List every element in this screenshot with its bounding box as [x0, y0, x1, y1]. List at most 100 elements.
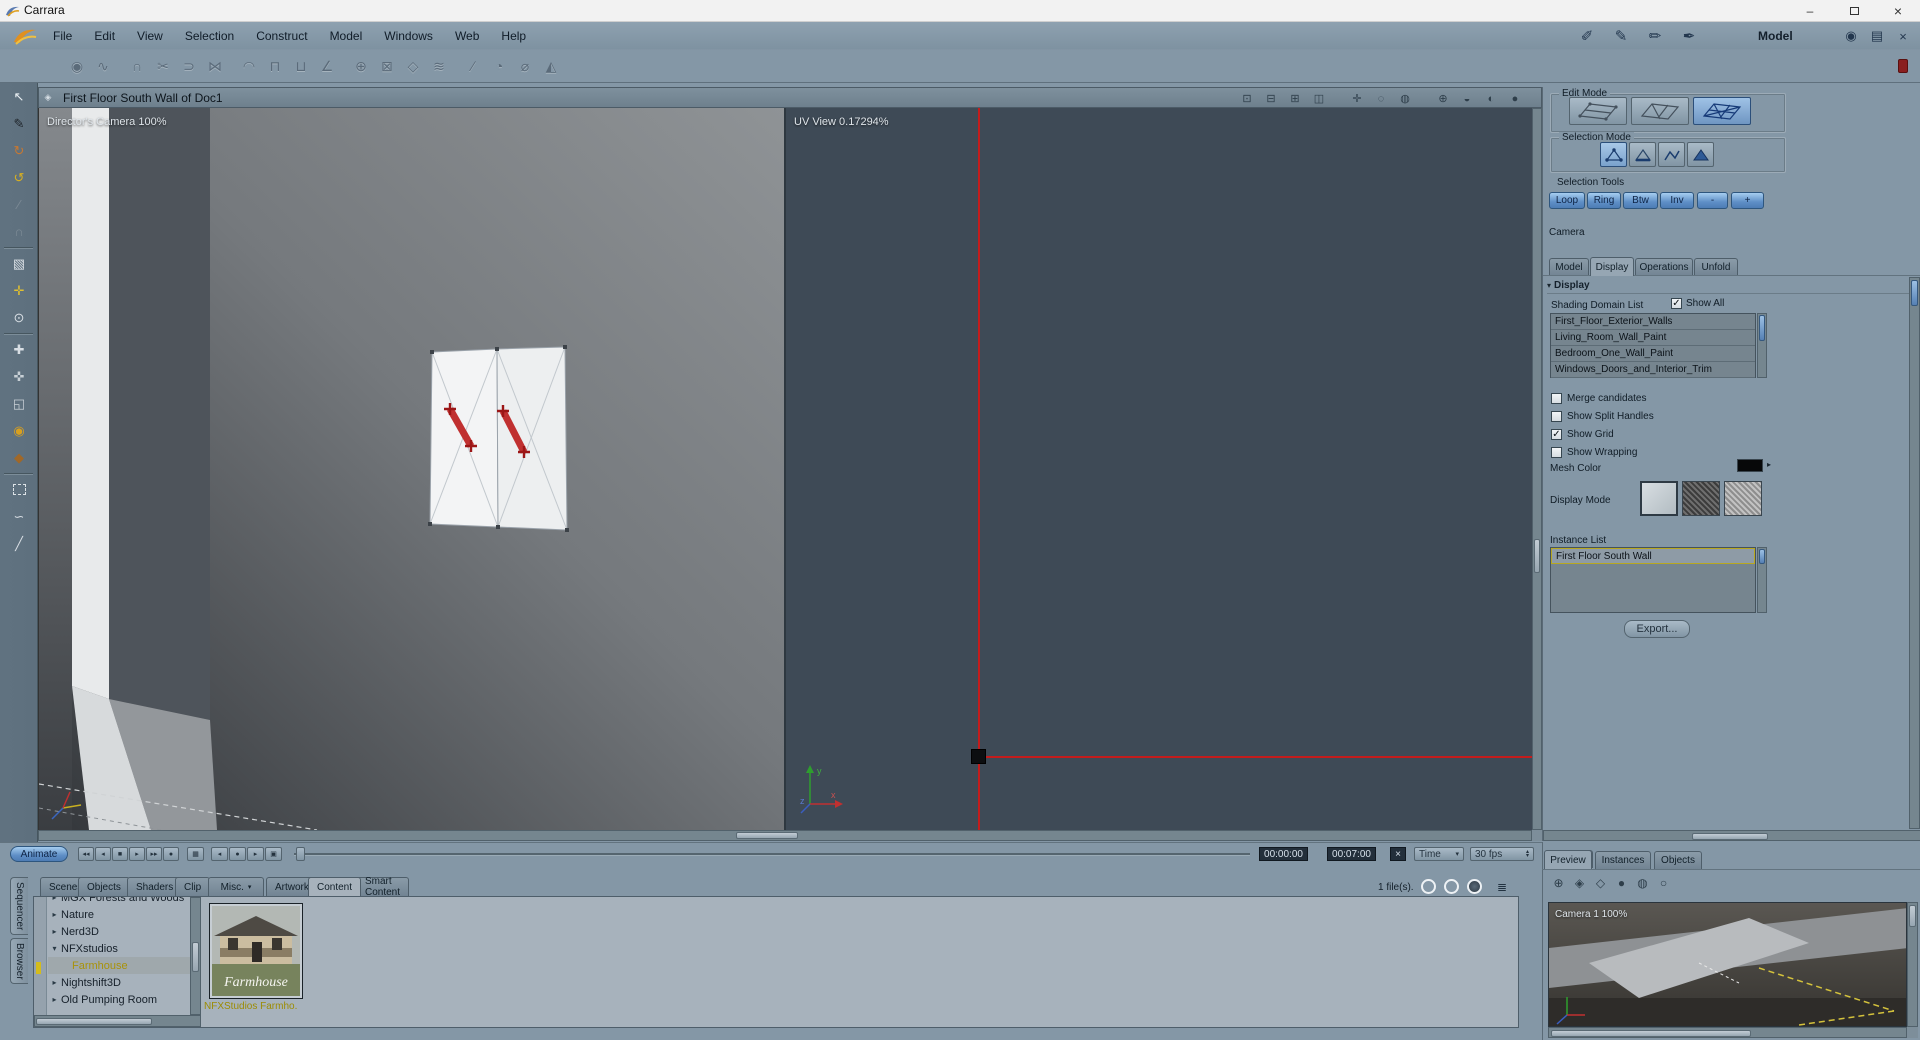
reference-cube-tool[interactable]: ◆ [0, 444, 38, 471]
scale-tool[interactable]: ◱ [0, 390, 38, 417]
weld-tool-icon[interactable]: ∩ [124, 54, 150, 78]
fps-spin-down-icon[interactable]: ▾ [1526, 853, 1529, 859]
track-tool[interactable]: ∩ [0, 218, 38, 245]
select-polyline-mode-button[interactable] [1658, 142, 1685, 167]
mesh-color-arrow-icon[interactable]: ▸ [1767, 460, 1771, 469]
select-edge-mode-button[interactable] [1629, 142, 1656, 167]
menu-item-model[interactable]: Model [319, 22, 374, 50]
select-vertex-mode-button[interactable] [1600, 142, 1627, 167]
expander-icon[interactable]: ▸ [48, 910, 61, 919]
tab-unfold[interactable]: Unfold [1694, 258, 1738, 276]
selected-wall-mesh[interactable] [428, 345, 569, 532]
render-preview-icon[interactable]: ⊕ [1548, 873, 1569, 893]
preview-vscrollbar-thumb[interactable] [1909, 905, 1916, 927]
add-key-button[interactable]: ● [229, 847, 246, 861]
combine-tool-icon[interactable]: ◇ [400, 54, 426, 78]
tree-item-nerd3d[interactable]: ▸ Nerd3D [48, 923, 190, 940]
next-key-button[interactable]: ▸ [247, 847, 264, 861]
uv-vertex-handle[interactable] [971, 749, 986, 764]
merge-candidates-control[interactable]: Merge candidates [1551, 393, 1647, 404]
prev-key-button[interactable]: ◂ [211, 847, 228, 861]
small-thumbnails-button[interactable] [1421, 879, 1436, 894]
mirror-tool-icon[interactable]: ⋈ [202, 54, 228, 78]
move-plane-tool[interactable]: ✜ [0, 363, 38, 390]
scissors-tool-icon[interactable]: ✂ [150, 54, 176, 78]
tree-vscrollbar[interactable] [190, 897, 201, 1015]
shrink-select-button[interactable]: - [1697, 192, 1728, 209]
lit-wireframe-display-icon[interactable]: ◍ [1393, 90, 1417, 107]
move-tool[interactable]: ✚ [0, 336, 38, 363]
tree-vscrollbar-thumb[interactable] [192, 942, 199, 972]
invert-select-button[interactable]: Inv [1660, 192, 1694, 209]
loop-select-button[interactable]: Loop [1549, 192, 1585, 209]
taper-tool-icon[interactable]: ◭ [538, 54, 564, 78]
tab-misc[interactable]: Misc. ▾ [208, 877, 264, 896]
document-titlebar[interactable]: ◈ First Floor South Wall of Doc1 ⊡ ⊟ ⊞ ◫… [38, 87, 1542, 108]
texture-room-icon[interactable]: ✒ [1672, 27, 1706, 45]
close-view-icon[interactable]: × [1890, 29, 1916, 44]
expander-icon[interactable]: ▸ [48, 897, 61, 902]
step-forward-button[interactable]: ▸▸ [146, 847, 162, 861]
tab-model[interactable]: Model [1549, 258, 1589, 276]
preview-hscrollbar[interactable] [1548, 1027, 1907, 1038]
tab-operations[interactable]: Operations [1635, 258, 1693, 276]
pan-hand-tool[interactable]: ✛ [0, 277, 38, 304]
show-split-handles-control[interactable]: Show Split Handles [1551, 411, 1654, 422]
display-section-header[interactable]: ▾ Display [1547, 280, 1590, 291]
tab-display[interactable]: Display [1590, 257, 1634, 276]
tree-hscrollbar[interactable] [34, 1015, 201, 1027]
menu-item-construct[interactable]: Construct [245, 22, 318, 50]
panel-vscrollbar-thumb[interactable] [1911, 280, 1918, 306]
boolean-tool-icon[interactable]: ⊕ [348, 54, 374, 78]
edit-mode-polygon-button[interactable] [1693, 97, 1751, 125]
minimize-button[interactable]: – [1788, 0, 1832, 22]
slice-tool-icon[interactable]: ∕ [460, 54, 486, 78]
measure-tool-icon[interactable]: ⌀ [512, 54, 538, 78]
tab-objects[interactable]: Objects [78, 877, 130, 896]
tree-item-nature[interactable]: ▸ Nature [48, 906, 190, 923]
show-split-handles-checkbox[interactable] [1551, 411, 1562, 422]
panel-hscrollbar-thumb[interactable] [1692, 833, 1768, 840]
instance-list-scrollbar-thumb[interactable] [1759, 549, 1765, 564]
mesh-color-swatch[interactable] [1737, 459, 1763, 472]
edit-mode-edge-button[interactable] [1631, 97, 1689, 125]
ring-select-button[interactable]: Ring [1587, 192, 1621, 209]
preview-hscrollbar-thumb[interactable] [1551, 1030, 1751, 1037]
layout-triple-icon[interactable]: ◫ [1307, 90, 1331, 107]
extract-tool-icon[interactable]: ⊃ [176, 54, 202, 78]
show-wrapping-control[interactable]: Show Wrapping [1551, 447, 1637, 458]
edit-mode-vertex-button[interactable] [1569, 97, 1627, 125]
menu-item-edit[interactable]: Edit [83, 22, 126, 50]
panel-menu-icon[interactable] [1898, 59, 1908, 73]
grow-select-button[interactable]: + [1731, 192, 1764, 209]
tree-item-farmhouse[interactable]: Farmhouse [48, 957, 190, 974]
camera-reset-icon[interactable]: ✛ [1345, 90, 1369, 107]
textured-display-icon[interactable]: ● [1503, 90, 1527, 107]
arc-tool-icon[interactable]: ◠ [236, 54, 262, 78]
tree-item-old-pumping-room[interactable]: ▸ Old Pumping Room [48, 991, 190, 1008]
section-tool-icon[interactable]: ◔ [486, 54, 512, 78]
menu-item-selection[interactable]: Selection [174, 22, 245, 50]
show-all-checkbox[interactable]: ✓ [1671, 298, 1682, 309]
select-arrow-tool[interactable]: ↖ [0, 83, 38, 110]
rotate-tool[interactable]: ◉ [0, 417, 38, 444]
merge-candidates-checkbox[interactable] [1551, 393, 1562, 404]
show-all-control[interactable]: ✓ Show All [1671, 298, 1724, 309]
uv-viewport[interactable]: y x z UV View 0.17294% [786, 108, 1532, 830]
time-scrubber-handle[interactable] [296, 847, 305, 861]
lathe-tool-icon[interactable]: ⊔ [288, 54, 314, 78]
document-vscrollbar-thumb[interactable] [1534, 539, 1540, 573]
eye-icon[interactable]: ◉ [1838, 28, 1864, 44]
tab-instances[interactable]: Instances [1595, 851, 1651, 869]
show-grid-checkbox[interactable]: ✓ [1551, 429, 1562, 440]
wireframe-preview-icon[interactable]: ◈ [1569, 873, 1590, 893]
expander-icon[interactable]: ▸ [48, 927, 61, 936]
camera-viewport-scene[interactable] [39, 108, 784, 830]
play-button[interactable]: ▸ [129, 847, 145, 861]
panel-vscrollbar[interactable] [1909, 277, 1920, 829]
tab-clip[interactable]: Clip [175, 877, 211, 896]
close-button[interactable]: × [1876, 0, 1920, 22]
smooth-tool-icon[interactable]: ≋ [426, 54, 452, 78]
menu-item-view[interactable]: View [126, 22, 174, 50]
medium-thumbnails-button[interactable] [1444, 879, 1459, 894]
